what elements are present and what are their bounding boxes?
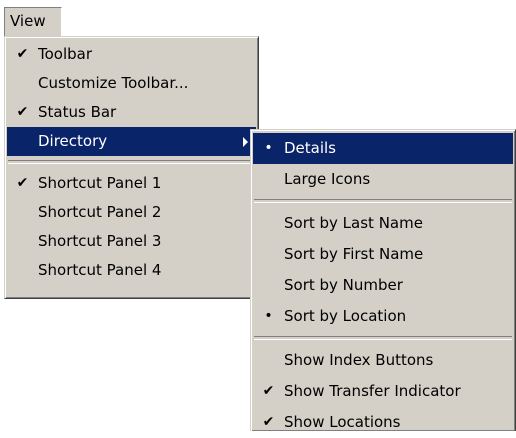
menu-item-label: Customize Toolbar... [38,74,189,92]
menu-item-directory[interactable]: Directory [7,127,256,156]
menu-item-details[interactable]: • Details [253,133,513,164]
checkmark-icon: ✔ [16,175,29,191]
radio-bullet-icon: • [264,308,273,324]
menu-item-shortcut-panel-2[interactable]: Shortcut Panel 2 [7,198,256,227]
menu-item-sort-by-location[interactable]: • Sort by Location [253,301,513,332]
menu-item-mark [7,227,38,256]
menu-item-shortcut-panel-1[interactable]: ✔ Shortcut Panel 1 [7,169,256,198]
menu-item-mark [253,239,284,270]
menu-item-mark [7,256,38,285]
menu-item-large-icons[interactable]: Large Icons [253,164,513,195]
menu-item-mark [7,198,38,227]
menu-item-sort-by-number[interactable]: Sort by Number [253,270,513,301]
menu-item-mark [253,208,284,239]
menu-item-label: Show Locations [284,413,401,431]
menu-item-mark [253,164,284,195]
menu-item-label: Show Transfer Indicator [284,382,461,400]
view-dropdown-menu: ✔ Toolbar Customize Toolbar... ✔ Status … [4,36,259,299]
menu-item-label: Directory [38,132,108,150]
menu-item-label: Show Index Buttons [284,351,434,369]
menu-separator [254,336,512,340]
menu-item-status-bar[interactable]: ✔ Status Bar [7,98,256,127]
menu-item-label: Shortcut Panel 3 [38,232,162,250]
menu-item-show-transfer-indicator[interactable]: ✔ Show Transfer Indicator [253,376,513,407]
menu-item-label: Sort by Number [284,276,403,294]
menu-item-show-locations[interactable]: ✔ Show Locations [253,407,513,438]
menu-item-label: Shortcut Panel 2 [38,203,162,221]
view-menu[interactable]: View [4,7,62,36]
menu-item-label: Shortcut Panel 1 [38,174,162,192]
checkmark-icon: ✔ [262,414,275,430]
submenu-arrow-icon [243,136,248,147]
menu-item-label: Toolbar [38,45,93,63]
checkmark-icon: ✔ [262,383,275,399]
menu-item-label: Shortcut Panel 4 [38,261,162,279]
menu-item-toolbar[interactable]: ✔ Toolbar [7,40,256,69]
view-menu-label: View [10,12,46,30]
menu-item-label: Large Icons [284,170,371,188]
menu-item-show-index-buttons[interactable]: Show Index Buttons [253,345,513,376]
menu-item-label: Details [284,139,337,157]
menu-item-shortcut-panel-3[interactable]: Shortcut Panel 3 [7,227,256,256]
menu-item-mark [7,127,38,156]
menu-item-mark [253,270,284,301]
menu-item-label: Sort by Location [284,307,407,325]
menu-item-sort-by-first-name[interactable]: Sort by First Name [253,239,513,270]
menu-item-label: Sort by First Name [284,245,424,263]
menu-item-label: Status Bar [38,103,117,121]
menu-item-mark [7,69,38,98]
menu-item-mark [253,345,284,376]
checkmark-icon: ✔ [16,46,29,62]
menu-separator [8,160,255,164]
radio-bullet-icon: • [264,140,273,156]
menu-item-label: Sort by Last Name [284,214,423,232]
directory-submenu: • Details Large Icons Sort by Last Name … [250,129,516,431]
menu-item-customize-toolbar[interactable]: Customize Toolbar... [7,69,256,98]
menu-item-sort-by-last-name[interactable]: Sort by Last Name [253,208,513,239]
menu-item-shortcut-panel-4[interactable]: Shortcut Panel 4 [7,256,256,285]
checkmark-icon: ✔ [16,104,29,120]
menu-separator [254,199,512,203]
